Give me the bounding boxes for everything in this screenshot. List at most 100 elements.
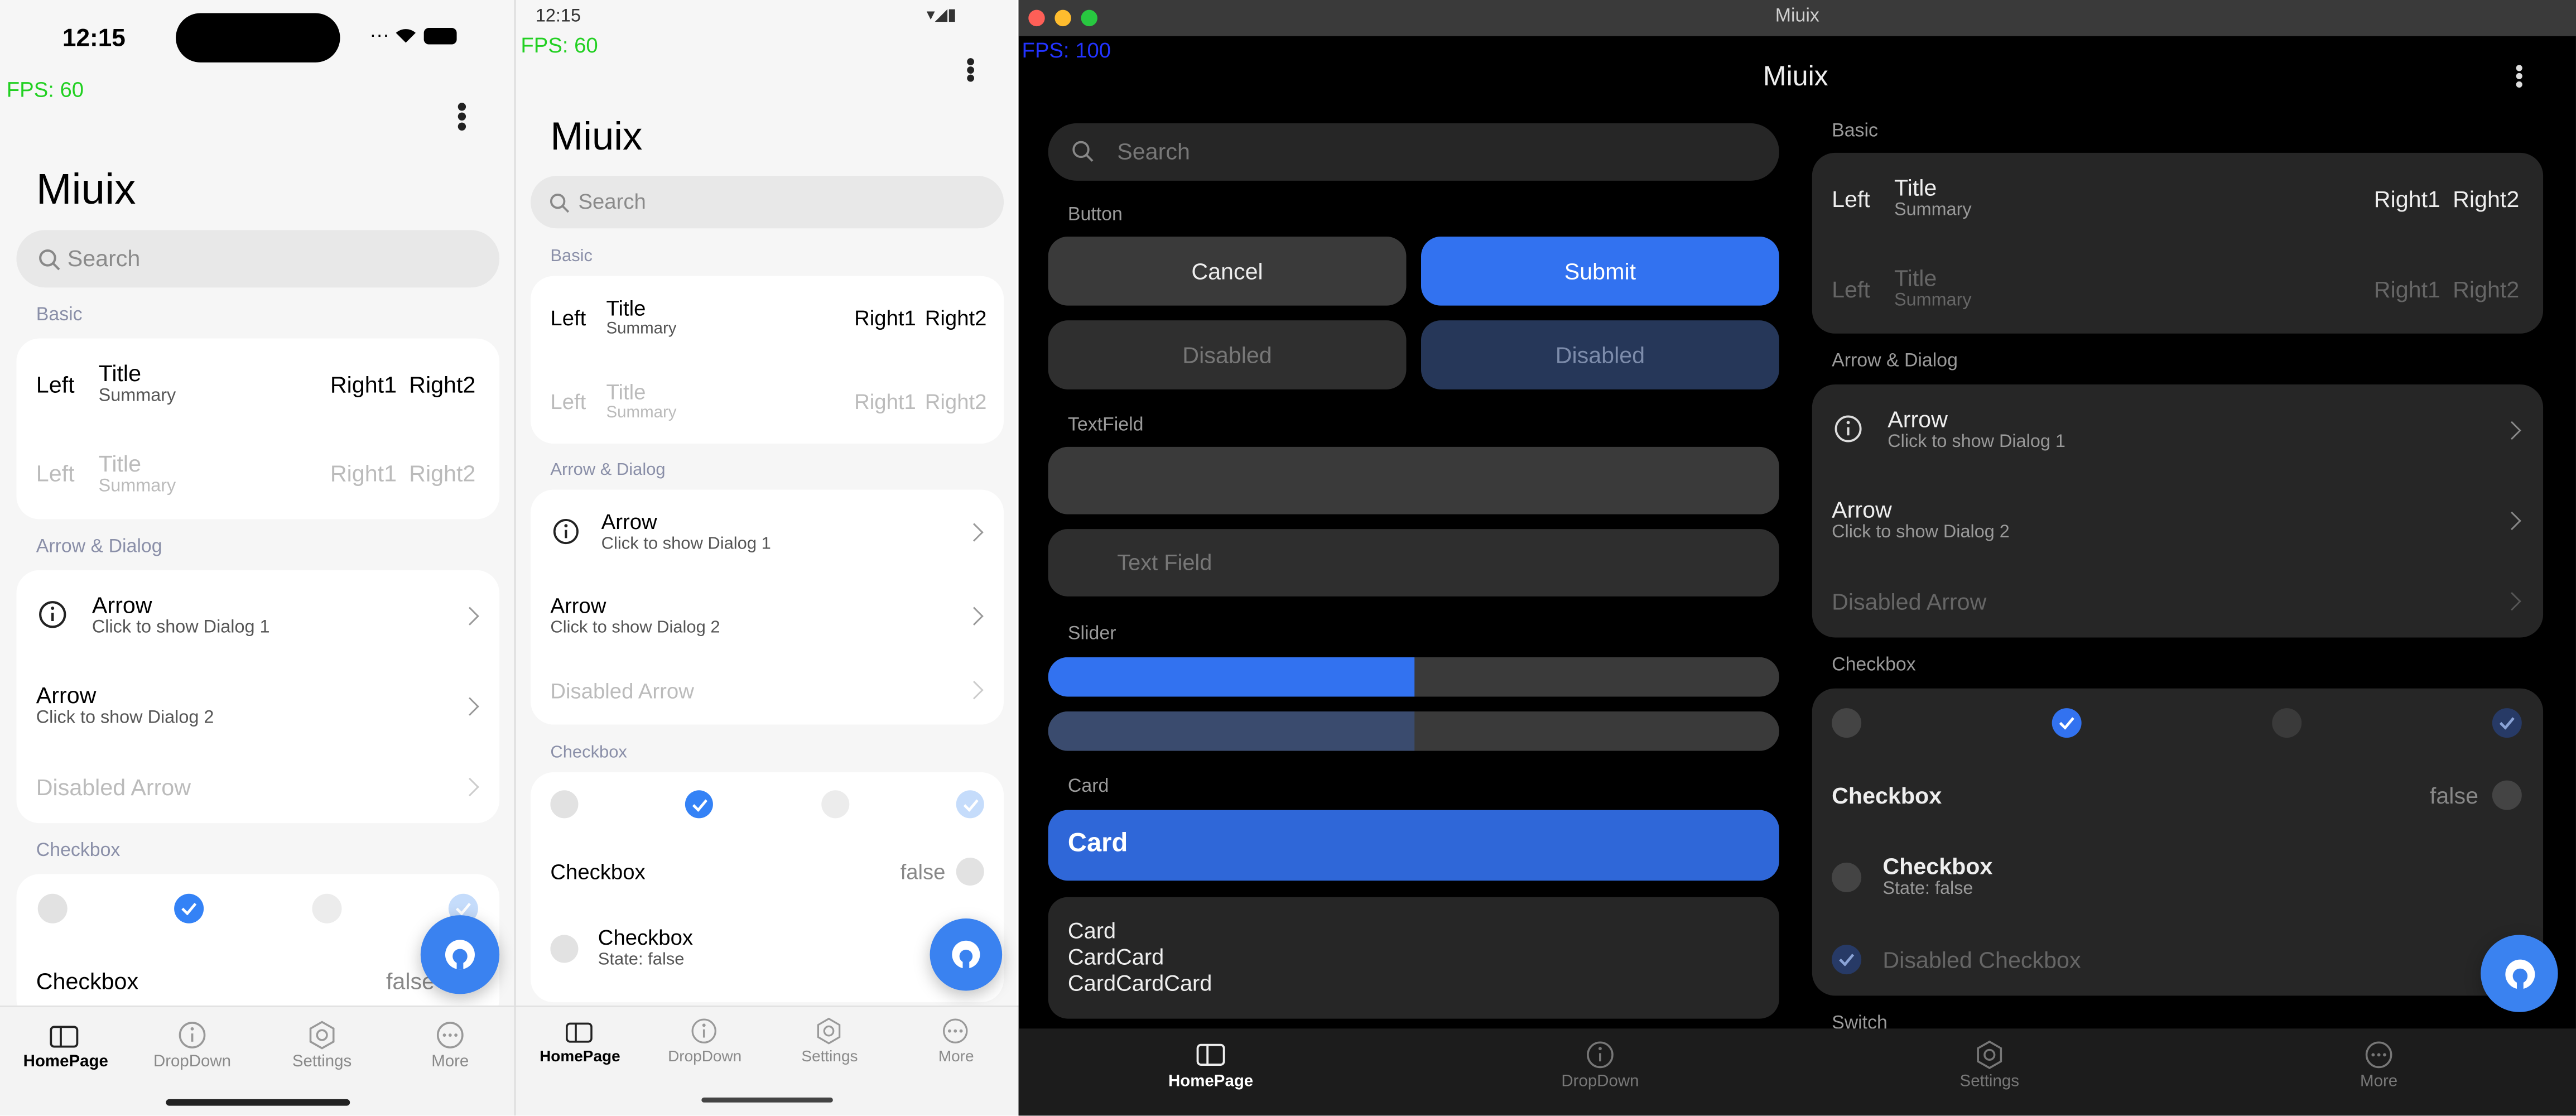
arrow-title: Arrow — [1888, 406, 1948, 432]
fps-counter: FPS: 100 — [1022, 37, 1111, 62]
more-menu-icon[interactable]: • • • — [966, 50, 975, 93]
homepage-icon — [566, 1022, 593, 1043]
section-textfield: TextField — [1067, 415, 1144, 436]
more-menu-icon[interactable]: • • • — [457, 92, 468, 141]
github-icon — [952, 940, 980, 970]
section-slider: Slider — [1067, 624, 1116, 644]
search-bar[interactable]: Search — [1048, 123, 1779, 181]
arrow-title: Arrow — [601, 509, 657, 534]
row-right2: Right2 — [409, 371, 476, 398]
row-title: Title — [606, 296, 646, 321]
text-field-placeholder[interactable]: Text Field — [1048, 529, 1779, 597]
checkbox-disabled — [821, 790, 850, 819]
disabled-button: Disabled — [1048, 320, 1407, 389]
status-time: 12:15 — [535, 6, 581, 27]
search-bar[interactable]: Search — [16, 230, 500, 288]
checkbox-state-toggle[interactable] — [550, 935, 579, 963]
row-title: Title — [1894, 174, 1937, 201]
row-right2: Right2 — [925, 305, 987, 330]
arrow-card: Arrow Click to show Dialog 1 Arrow Click… — [16, 570, 500, 824]
check-icon — [455, 902, 471, 916]
title-bar: Miuix — [1018, 0, 2576, 36]
section-checkbox: Checkbox — [550, 742, 627, 763]
checkbox-checked[interactable] — [174, 893, 204, 923]
chevron-right-icon — [2502, 421, 2521, 440]
submit-button[interactable]: Submit — [1421, 237, 1779, 306]
disabled-checkbox-toggle — [1832, 945, 1862, 975]
checkbox-state-summary: State: false — [598, 949, 685, 970]
section-button: Button — [1067, 205, 1123, 225]
basic-card: Left Title Summary Right1 Right2 Left Ti… — [16, 338, 500, 519]
nav-label: Settings — [801, 1048, 858, 1066]
nav-label: Settings — [1959, 1072, 2019, 1091]
check-icon — [691, 798, 707, 811]
checkbox-unchecked[interactable] — [550, 790, 579, 819]
bottom-nav: HomePage DropDown Settings More — [516, 1006, 1019, 1116]
row-right2: Right2 — [2453, 185, 2520, 212]
homepage-icon — [50, 1026, 79, 1048]
github-fab[interactable] — [420, 915, 500, 994]
nav-label: DropDown — [668, 1048, 742, 1066]
row-summary: Summary — [1894, 200, 1972, 220]
text-field[interactable] — [1048, 446, 1779, 514]
checkbox-card: Checkbox false Checkbox State: false Dis… — [1812, 688, 2544, 996]
arrow-summary: Click to show Dialog 1 — [92, 618, 270, 638]
gear-icon — [817, 1017, 841, 1045]
row-title-disabled: Title — [98, 450, 142, 477]
github-fab[interactable] — [2481, 935, 2558, 1012]
search-bar[interactable]: Search — [531, 176, 1004, 229]
phone1-screen: 12:15 ··· FPS: 60 • • • Miuix Search Basic… — [0, 0, 514, 1116]
nav-label: More — [2360, 1072, 2398, 1091]
section-checkbox: Checkbox — [1832, 655, 1916, 676]
search-icon — [550, 194, 570, 213]
row-right1: Right1 — [330, 371, 397, 398]
checkbox-state-title: Checkbox — [1882, 853, 1993, 879]
chevron-right-icon — [965, 523, 984, 542]
card-line: Card — [1067, 918, 1116, 944]
check-icon — [181, 902, 197, 916]
row-title-disabled: Title — [606, 379, 646, 405]
row-title: Title — [98, 359, 142, 386]
section-card: Card — [1067, 777, 1109, 797]
checkbox-toggle[interactable] — [956, 858, 984, 886]
info-icon — [39, 601, 66, 628]
info-icon — [1835, 415, 1862, 442]
chevron-right-icon — [460, 697, 479, 716]
section-basic: Basic — [36, 305, 83, 326]
slider-fill — [1048, 711, 1414, 751]
row-right2-disabled: Right2 — [2453, 276, 2520, 302]
card-title: Card — [1067, 829, 1128, 858]
checkbox-disabled — [2272, 708, 2302, 738]
bottom-nav: HomePage DropDown Settings More — [0, 1006, 514, 1116]
github-fab[interactable] — [930, 918, 1003, 991]
page-title: Miuix — [550, 115, 643, 160]
card-multiline: Card CardCard CardCardCard — [1048, 897, 1779, 1019]
cancel-button[interactable]: Cancel — [1048, 237, 1407, 306]
battery-icon — [423, 27, 456, 44]
row-summary-disabled: Summary — [98, 476, 176, 497]
checkbox-unchecked[interactable] — [1832, 708, 1862, 738]
checkbox-label: Checkbox — [550, 859, 646, 884]
checkbox-checked[interactable] — [685, 790, 713, 819]
checkbox-checked[interactable] — [2052, 708, 2082, 738]
arrow-summary: Click to show Dialog 2 — [36, 708, 214, 728]
nav-label: DropDown — [1561, 1072, 1639, 1091]
checkbox-checked-disabled — [956, 790, 984, 819]
chevron-right-icon — [2502, 511, 2521, 531]
chevron-right-icon — [460, 607, 479, 626]
slider[interactable] — [1048, 657, 1779, 697]
basic-card: Left Title Summary Right1 Right2 Left Ti… — [531, 276, 1004, 444]
check-icon — [2499, 717, 2515, 730]
arrow-title: Arrow — [36, 681, 97, 709]
card-primary[interactable]: Card — [1048, 810, 1779, 881]
checkbox-state-toggle[interactable] — [1832, 862, 1862, 892]
checkbox-unchecked[interactable] — [37, 893, 68, 923]
more-menu-icon[interactable]: • • • — [2515, 56, 2523, 95]
chevron-right-icon — [2502, 592, 2521, 611]
checkbox-toggle[interactable] — [2492, 780, 2522, 810]
github-icon — [445, 940, 475, 970]
text-field-hint: Text Field — [1117, 550, 1212, 575]
check-icon — [962, 798, 978, 811]
checkbox-value: false — [2429, 782, 2479, 809]
row-left-disabled: Left — [1832, 276, 1870, 302]
